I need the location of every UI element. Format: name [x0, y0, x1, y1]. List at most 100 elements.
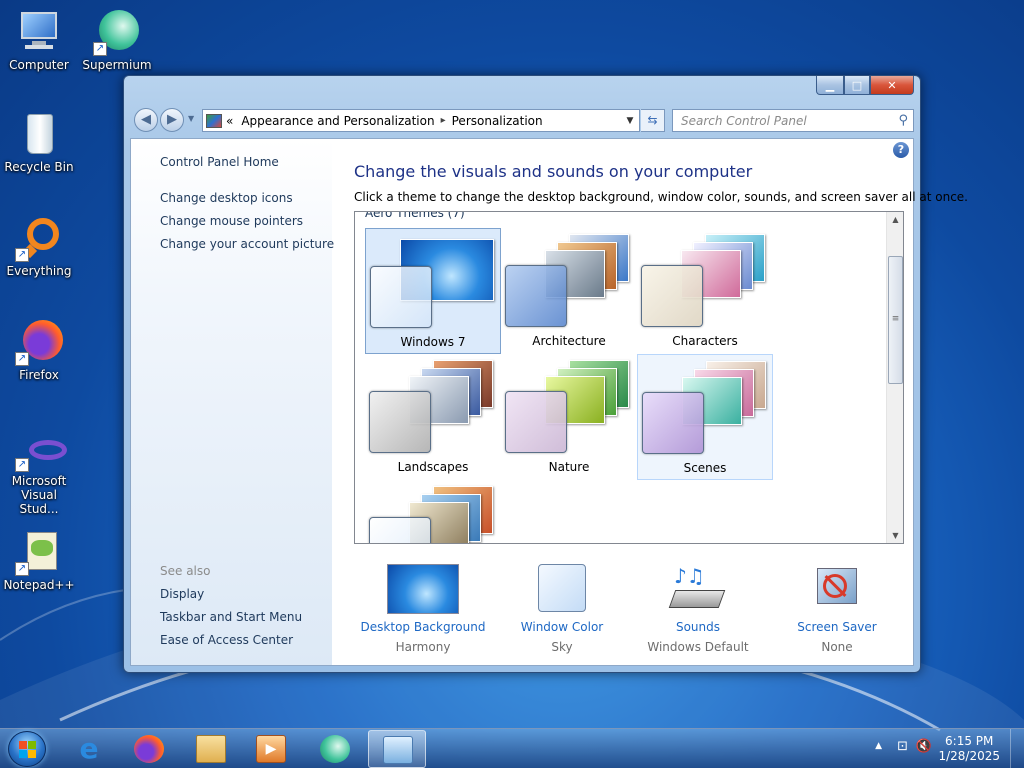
- theme-tile-windows-7[interactable]: Windows 7: [365, 228, 501, 354]
- firefox-icon: [134, 735, 164, 763]
- internet-explorer-icon: e: [79, 732, 99, 765]
- search-input[interactable]: Search Control Panel ⚲: [672, 109, 914, 132]
- taskbar-firefox[interactable]: [120, 730, 178, 768]
- desktop-icon-supermium[interactable]: ↗ Supermium: [78, 8, 156, 72]
- theme-tile-architecture[interactable]: Architecture: [501, 228, 637, 354]
- taskbar-media-player[interactable]: ▶: [242, 730, 300, 768]
- address-dropdown-icon[interactable]: ▼: [621, 116, 639, 126]
- recent-pages-dropdown[interactable]: ▼: [188, 114, 194, 123]
- taskbar: e ▶ ▲ ⊡ 🔇 6:15 PM 1/28/2025: [0, 728, 1024, 768]
- show-desktop-button[interactable]: [1010, 729, 1024, 768]
- theme-name: Architecture: [532, 334, 606, 348]
- desktop-icon-notepad-plus-plus[interactable]: ↗ Notepad++: [0, 528, 78, 592]
- desktop-icon-computer[interactable]: Computer: [0, 8, 78, 72]
- theme-name: Scenes: [683, 461, 727, 475]
- control-panel-icon: [206, 113, 222, 128]
- sounds-icon: ♪♫: [662, 564, 734, 614]
- sidebar-link-ease-of-access[interactable]: Ease of Access Center: [160, 633, 293, 647]
- scroll-down-icon[interactable]: ▼: [888, 528, 903, 543]
- theme-tile-characters[interactable]: Characters: [637, 228, 773, 354]
- personalization-window[interactable]: ▁ □ ✕ ◀ ▶ ▼ « Appearance and Personaliza…: [123, 75, 968, 673]
- minimize-icon: ▁: [825, 78, 835, 92]
- help-icon[interactable]: ?: [893, 142, 909, 158]
- close-button[interactable]: ✕: [870, 76, 914, 95]
- firefox-icon: ↗: [15, 318, 63, 366]
- page-description: Click a theme to change the desktop back…: [354, 190, 968, 204]
- back-button[interactable]: ◀: [134, 108, 158, 132]
- control-panel-icon: [383, 736, 413, 764]
- computer-icon: [15, 8, 63, 56]
- scroll-up-icon[interactable]: ▲: [888, 212, 903, 227]
- show-hidden-icons-icon[interactable]: ▲: [875, 741, 882, 751]
- visual-studio-icon: ↗: [15, 436, 67, 472]
- window-color-swatch: [369, 391, 431, 453]
- desktop-icon-firefox[interactable]: ↗ Firefox: [0, 318, 78, 382]
- content-area: Control Panel Home Change desktop icons …: [130, 138, 968, 666]
- desktop-icon-recycle-bin[interactable]: Recycle Bin: [0, 110, 78, 174]
- theme-list[interactable]: Aero Themes (7) Windows 7 Architecture C…: [354, 211, 904, 544]
- sidebar: Control Panel Home Change desktop icons …: [131, 139, 334, 665]
- refresh-icon: ⇆: [647, 113, 658, 127]
- recycle-bin-icon: [15, 110, 63, 158]
- file-explorer-icon: [196, 735, 226, 763]
- desktop-icon-visual-studio[interactable]: ↗ Microsoft Visual Stud...: [0, 436, 78, 516]
- refresh-button[interactable]: ⇆: [641, 109, 665, 132]
- desktop-background-icon: [387, 564, 459, 614]
- minimize-button[interactable]: ▁: [816, 76, 844, 95]
- supermium-icon: ↗: [93, 8, 141, 56]
- theme-name: Landscapes: [397, 460, 469, 474]
- sidebar-link-change-mouse-pointers[interactable]: Change mouse pointers: [160, 214, 303, 228]
- theme-list-scrollbar[interactable]: ▲ ≡ ▼: [886, 212, 903, 543]
- sidebar-link-taskbar-start-menu[interactable]: Taskbar and Start Menu: [160, 610, 302, 624]
- desktop-icon-everything[interactable]: ↗ Everything: [0, 214, 78, 278]
- volume-muted-icon[interactable]: 🔇: [916, 739, 932, 754]
- taskbar-control-panel[interactable]: [368, 730, 426, 768]
- desktop-background-setting[interactable]: Desktop Background Harmony: [353, 564, 493, 654]
- sidebar-link-display[interactable]: Display: [160, 587, 204, 601]
- breadcrumb-separator-icon[interactable]: ▸: [441, 115, 446, 126]
- search-icon[interactable]: ⚲: [898, 113, 908, 128]
- see-also-heading: See also: [160, 564, 211, 578]
- taskbar-internet-explorer[interactable]: e: [60, 730, 118, 768]
- window-color-setting[interactable]: Window Color Sky: [492, 564, 632, 654]
- sidebar-link-change-desktop-icons[interactable]: Change desktop icons: [160, 191, 293, 205]
- maximize-icon: □: [851, 78, 863, 92]
- sounds-setting[interactable]: ♪♫ Sounds Windows Default: [628, 564, 768, 654]
- close-icon: ✕: [887, 78, 897, 92]
- windows-logo-icon: [19, 741, 36, 758]
- supermium-icon: [320, 735, 350, 763]
- navigation-bar: ◀ ▶ ▼ « Appearance and Personalization ▸…: [132, 106, 914, 134]
- theme-group-label: Aero Themes (7): [365, 211, 465, 220]
- taskbar-supermium[interactable]: [306, 730, 364, 768]
- sidebar-link-change-account-picture[interactable]: Change your account picture: [160, 237, 334, 251]
- maximize-button[interactable]: □: [844, 76, 870, 95]
- window-color-swatch: [369, 517, 431, 543]
- clock[interactable]: 6:15 PM 1/28/2025: [938, 734, 1000, 764]
- window-controls: ▁ □ ✕: [816, 76, 914, 95]
- sidebar-link-control-panel-home[interactable]: Control Panel Home: [160, 155, 279, 169]
- screen-saver-setting[interactable]: Screen Saver None: [767, 564, 907, 654]
- everything-icon: ↗: [15, 214, 63, 262]
- taskbar-file-explorer[interactable]: [182, 730, 240, 768]
- breadcrumb-overflow[interactable]: «: [226, 114, 233, 128]
- page-title: Change the visuals and sounds on your co…: [354, 162, 753, 181]
- theme-name: Nature: [548, 460, 590, 474]
- start-button[interactable]: [8, 731, 46, 767]
- theme-tile-landscapes[interactable]: Landscapes: [365, 354, 501, 480]
- window-color-icon: [538, 564, 586, 612]
- window-color-swatch: [370, 266, 432, 328]
- theme-tile-nature[interactable]: Nature: [501, 354, 637, 480]
- breadcrumb-personalization[interactable]: Personalization: [452, 114, 543, 128]
- media-player-icon: ▶: [256, 735, 286, 763]
- theme-name: Windows 7: [400, 335, 466, 349]
- screen-saver-icon: [801, 564, 873, 614]
- theme-tile-scenes[interactable]: Scenes: [637, 354, 773, 480]
- window-color-swatch: [641, 265, 703, 327]
- theme-tile-partial[interactable]: [365, 480, 501, 543]
- network-icon[interactable]: ⊡: [897, 739, 908, 754]
- breadcrumb-appearance[interactable]: Appearance and Personalization: [241, 114, 434, 128]
- window-color-swatch: [505, 391, 567, 453]
- forward-button[interactable]: ▶: [160, 108, 184, 132]
- scrollbar-thumb[interactable]: ≡: [888, 256, 903, 384]
- address-bar[interactable]: « Appearance and Personalization ▸ Perso…: [202, 109, 640, 132]
